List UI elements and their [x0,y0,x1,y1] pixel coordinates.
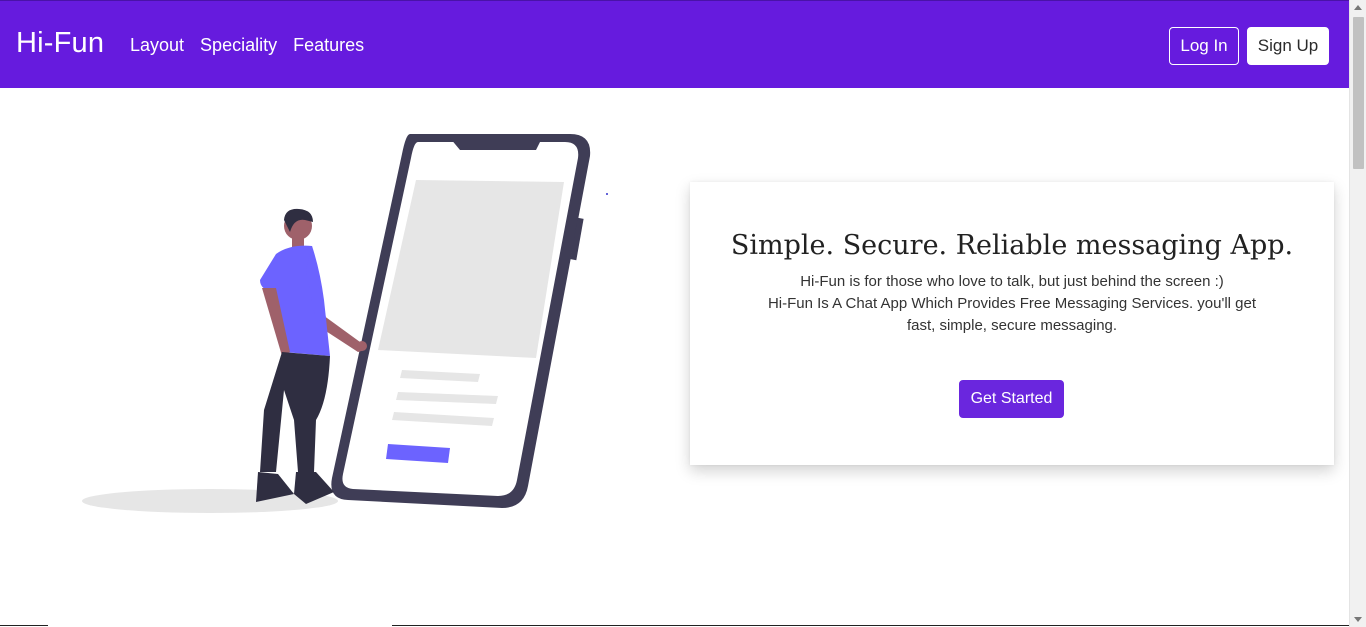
hero-card: Simple. Secure. Reliable messaging App. … [690,182,1334,465]
phone-graphic [331,134,591,508]
decor-dot [606,193,608,195]
hero-description: Hi-Fun is for those who love to talk, bu… [752,271,1272,337]
hero-line-2: Hi-Fun Is A Chat App Which Provides Free… [767,295,1257,334]
nav-links: Layout Speciality Features [130,35,364,56]
get-started-button[interactable]: Get Started [959,380,1064,418]
scroll-up-arrow-icon[interactable] [1354,5,1362,10]
scroll-down-arrow-icon[interactable] [1354,617,1362,622]
brand-logo[interactable]: Hi-Fun [16,27,104,60]
login-button[interactable]: Log In [1169,27,1239,65]
person-with-phone-illustration [80,120,620,520]
hero-title: Simple. Secure. Reliable messaging App. [730,230,1294,261]
signup-button[interactable]: Sign Up [1247,27,1329,65]
top-navbar: Hi-Fun Layout Speciality Features Log In… [0,0,1349,88]
divider-segment [392,625,1349,626]
nav-link-speciality[interactable]: Speciality [200,35,277,56]
nav-link-features[interactable]: Features [293,35,364,56]
scroll-thumb[interactable] [1353,17,1364,169]
nav-link-layout[interactable]: Layout [130,35,184,56]
divider-segment [0,625,48,626]
vertical-scrollbar[interactable] [1349,0,1366,627]
hero-line-1: Hi-Fun is for those who love to talk, bu… [800,273,1224,290]
